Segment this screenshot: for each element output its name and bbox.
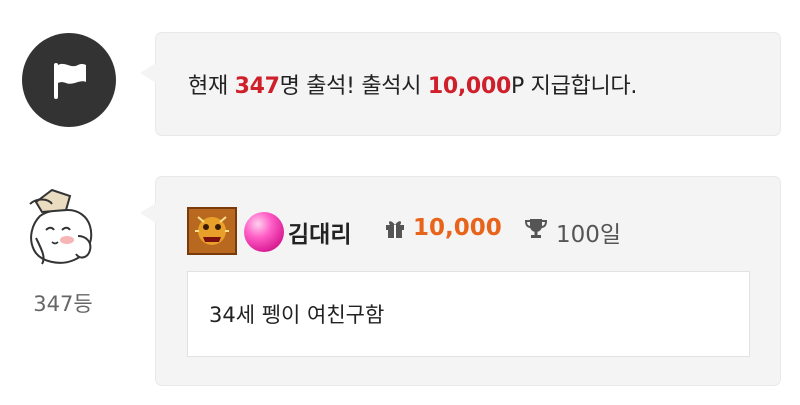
notice-prefix: 현재 xyxy=(188,74,235,99)
notice-middle: 명 출석! 출석시 xyxy=(279,74,428,99)
notice-bubble: 현재 347명 출석! 출석시 10,000P 지급합니다. xyxy=(140,32,781,136)
entry-bubble: 김대리 10,000 100일 34세 펭이 여친구함 xyxy=(140,176,781,386)
notice-text: 현재 347명 출석! 출석시 10,000P 지급합니다. xyxy=(188,68,637,100)
notice-icon-circle xyxy=(22,33,116,127)
notice-suffix: P 지급합니다. xyxy=(510,74,638,99)
attendance-days: 100일 xyxy=(556,222,622,248)
reward-points: 10,000 xyxy=(427,74,511,99)
message-box: 34세 펭이 여친구함 xyxy=(187,271,750,357)
flag-icon xyxy=(54,63,86,99)
user-avatar[interactable] xyxy=(22,180,102,270)
message-text: 34세 펭이 여친구함 xyxy=(209,303,385,327)
user-nickname[interactable]: 김대리 xyxy=(288,215,351,249)
user-points: 10,000 xyxy=(413,215,502,241)
trophy-icon xyxy=(524,219,548,238)
gift-icon xyxy=(386,221,404,238)
pink-gem-icon xyxy=(244,212,284,252)
character-avatar xyxy=(29,188,93,265)
attendance-rank: 347등 xyxy=(33,292,93,316)
attendance-count: 347 xyxy=(234,74,280,99)
level-badge-icon xyxy=(187,207,237,255)
